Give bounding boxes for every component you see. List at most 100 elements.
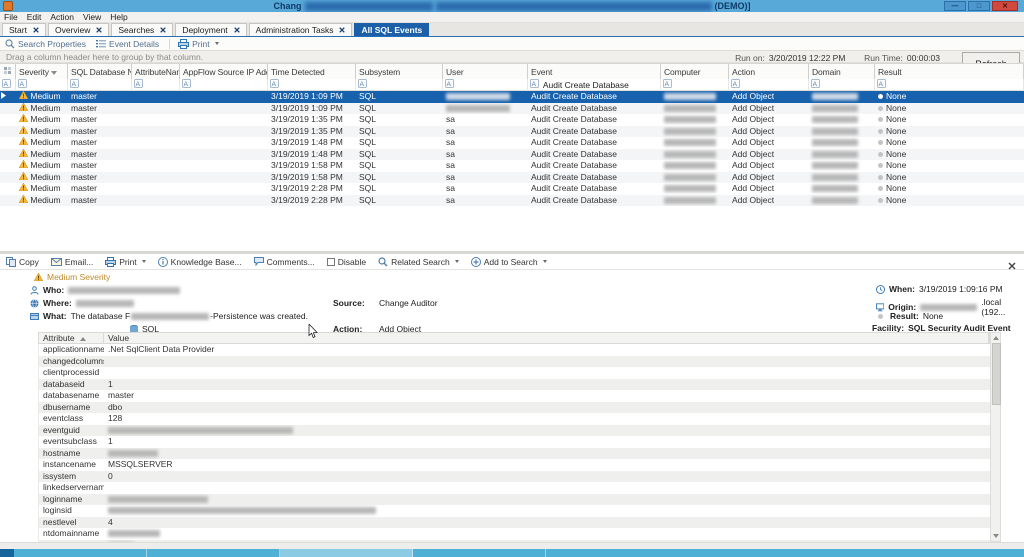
tab-all-sql-events[interactable]: All SQL Events [354,23,429,36]
details-close-button[interactable] [1008,257,1016,275]
tab-close-icon[interactable] [96,27,102,33]
attribute-row[interactable]: nestlevel4 [39,517,991,529]
column-header-subsystem[interactable]: Subsystem [356,64,443,80]
filter-cell-domain[interactable]: A [809,79,875,91]
event-row[interactable]: Mediummaster3/19/2019 1:09 PMSQLAudit Cr… [0,91,1024,103]
attribute-row[interactable]: hostname [39,448,991,460]
detail-horizontal-scrollbar[interactable] [0,542,1024,549]
filter-cell-computer[interactable]: A [661,79,729,91]
attribute-row[interactable]: loginname [39,494,991,506]
taskbar-button[interactable] [147,549,280,557]
close-button[interactable]: ✕ [992,1,1018,11]
taskbar-button[interactable] [413,549,546,557]
add-to-search-button[interactable]: Add to Search [471,257,547,267]
copy-button[interactable]: Copy [6,257,39,267]
column-header-sql-database-name[interactable]: SQL Database Name [68,64,132,80]
knowledge-base-button[interactable]: Knowledge Base... [158,257,242,267]
column-header-severity[interactable]: Severity [16,64,68,80]
attribute-column-header[interactable]: Attribute [39,333,104,343]
attribute-row[interactable]: loginsid [39,505,991,517]
menu-item-edit[interactable]: Edit [27,12,42,22]
attribute-row[interactable]: eventsubclass1 [39,436,991,448]
disable-button[interactable]: Disable [327,257,366,267]
filter-cell-sql-database-name[interactable]: A [68,79,132,91]
attribute-table-scrollbar[interactable] [990,332,1001,542]
column-header-appflow-source-ip-address[interactable]: AppFlow Source IP Address [180,64,268,80]
event-row[interactable]: Mediummaster3/19/2019 1:09 PMSQLAudit Cr… [0,103,1024,115]
tab-searches[interactable]: Searches [111,23,173,36]
filter-cell-event[interactable]: A Audit Create Database [528,79,661,91]
event-row[interactable]: Mediummaster3/19/2019 1:58 PMSQLsaAudit … [0,172,1024,184]
print-button[interactable]: Print [178,39,218,49]
tab-overview[interactable]: Overview [48,23,109,36]
menu-item-view[interactable]: View [83,12,101,22]
scroll-down-icon[interactable] [993,534,999,538]
menu-item-file[interactable]: File [4,12,18,22]
attribute-row[interactable]: changedcolumns [39,356,991,368]
tab-administration-tasks[interactable]: Administration Tasks [249,23,353,36]
menu-item-action[interactable]: Action [50,12,74,22]
tab-deployment[interactable]: Deployment [175,23,246,36]
tab-start[interactable]: Start [2,23,46,36]
menu-item-help[interactable]: Help [110,12,127,22]
attribute-row[interactable]: ntdomainname [39,528,991,540]
tab-close-icon[interactable] [234,27,240,33]
filter-cell-appflow-source-ip-address[interactable]: A [180,79,268,91]
filter-cell-subsystem[interactable]: A [356,79,443,91]
filter-cell-result[interactable]: A [875,79,1024,91]
attribute-row[interactable]: databaseid1 [39,379,991,391]
attribute-row[interactable]: applicationname.Net SqlClient Data Provi… [39,344,991,356]
scrollbar-thumb[interactable] [992,343,1001,405]
attribute-row[interactable]: eventclass128 [39,413,991,425]
attribute-row[interactable]: instancenameMSSQLSERVER [39,459,991,471]
email-button[interactable]: Email... [51,257,93,267]
event-row[interactable]: Mediummaster3/19/2019 2:28 PMSQLsaAudit … [0,183,1024,195]
event-row[interactable]: Mediummaster3/19/2019 1:48 PMSQLsaAudit … [0,149,1024,161]
comments-button[interactable]: Comments... [254,257,315,267]
taskbar-button[interactable] [14,549,147,557]
attribute-row[interactable]: issystem0 [39,471,991,483]
column-header-domain[interactable]: Domain [809,64,875,80]
event-details-button[interactable]: Event Details [96,39,159,49]
event-row[interactable]: Mediummaster3/19/2019 1:58 PMSQLsaAudit … [0,160,1024,172]
column-header-user[interactable]: User [443,64,528,80]
value-column-header[interactable]: Value [104,333,989,343]
attribute-row[interactable]: dbusernamedbo [39,402,991,414]
tab-label: Searches [118,25,154,35]
attribute-row[interactable]: eventguid [39,425,991,437]
column-header-action[interactable]: Action [729,64,809,80]
filter-cell-severity[interactable]: A [16,79,68,91]
print-button[interactable]: Print [105,257,145,267]
tab-close-icon[interactable] [339,27,345,33]
attribute-row[interactable]: clientprocessid [39,367,991,379]
column-header-event[interactable]: Event [528,64,661,80]
start-button[interactable] [0,549,14,557]
event-row[interactable]: Mediummaster3/19/2019 2:28 PMSQLsaAudit … [0,195,1024,207]
column-header-computer[interactable]: Computer [661,64,729,80]
minimize-button[interactable]: — [944,1,966,11]
filter-cell-attributename[interactable]: A [132,79,180,91]
filter-cell-action[interactable]: A [729,79,809,91]
column-header-time-detected[interactable]: Time Detected [268,64,356,80]
tab-close-icon[interactable] [33,27,39,33]
column-header-attributename[interactable]: AttributeName [132,64,180,80]
filter-cell-indicator[interactable]: A [0,79,16,91]
filter-cell-time-detected[interactable]: A [268,79,356,91]
button-label: Print [119,257,136,267]
tab-close-icon[interactable] [160,27,166,33]
event-row[interactable]: Mediummaster3/19/2019 1:48 PMSQLsaAudit … [0,137,1024,149]
maximize-button[interactable]: □ [968,1,990,11]
attribute-row[interactable]: databasenamemaster [39,390,991,402]
taskbar-button[interactable] [280,549,413,557]
search-properties-button[interactable]: Search Properties [5,39,86,49]
attribute-row[interactable]: linkedservername [39,482,991,494]
event-row[interactable]: Mediummaster3/19/2019 1:35 PMSQLsaAudit … [0,114,1024,126]
filter-cell-user[interactable]: A [443,79,528,91]
column-header-result[interactable]: Result [875,64,1024,80]
related-search-button[interactable]: Related Search [378,257,459,267]
cell-attribute [132,91,180,103]
row-indicator-header[interactable] [0,64,16,80]
cell-indicator [0,172,16,184]
event-row[interactable]: Mediummaster3/19/2019 1:35 PMSQLsaAudit … [0,126,1024,138]
scroll-up-icon[interactable] [993,336,999,340]
